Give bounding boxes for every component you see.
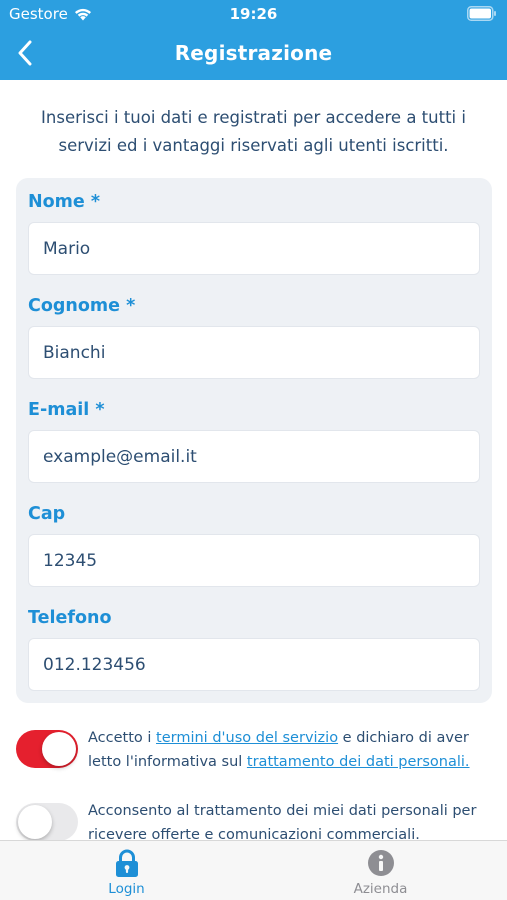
tab-azienda[interactable]: Azienda: [254, 841, 507, 900]
marketing-toggle[interactable]: [16, 803, 78, 841]
cap-input[interactable]: [28, 534, 480, 587]
privacy-policy-link[interactable]: trattamento dei dati personali.: [247, 754, 470, 770]
intro-text: Inserisci i tuoi dati e registrati per a…: [41, 108, 466, 155]
terms-text-1: Accetto i: [88, 730, 157, 746]
page-title: Registrazione: [174, 41, 333, 65]
tab-login-label: Login: [108, 881, 145, 897]
status-bar: Gestore 19:26: [0, 0, 507, 28]
email-label: E-mail *: [28, 400, 105, 420]
cognome-label: Cognome *: [28, 296, 136, 316]
registration-screen: Gestore 19:26 Registrazione Inserisci i …: [0, 0, 507, 900]
tab-login[interactable]: Login: [0, 841, 253, 900]
tab-bar: Login Azienda: [0, 840, 507, 900]
info-icon: [367, 850, 394, 876]
telefono-input[interactable]: [28, 638, 480, 691]
terms-consent-text: Accetto i termini d'uso del servizio e d…: [88, 726, 488, 774]
telefono-label: Telefono: [28, 608, 112, 628]
nome-input[interactable]: [28, 222, 480, 275]
registration-form: Nome * Cognome * E-mail * Cap Telefono: [16, 178, 492, 703]
nav-bar: Registrazione: [0, 30, 507, 76]
terms-toggle[interactable]: [16, 730, 78, 768]
cognome-input[interactable]: [28, 326, 480, 379]
cap-label: Cap: [28, 504, 66, 524]
header: Gestore 19:26 Registrazione: [0, 0, 507, 80]
nome-label: Nome *: [28, 192, 101, 212]
lock-icon: [115, 849, 138, 877]
email-input[interactable]: [28, 430, 480, 483]
status-time: 19:26: [229, 5, 278, 23]
toggle-knob: [18, 805, 52, 839]
battery-icon: [467, 6, 496, 21]
terms-of-service-link[interactable]: termini d'uso del servizio: [156, 730, 338, 746]
tab-azienda-label: Azienda: [353, 881, 408, 897]
toggle-knob: [42, 732, 76, 766]
